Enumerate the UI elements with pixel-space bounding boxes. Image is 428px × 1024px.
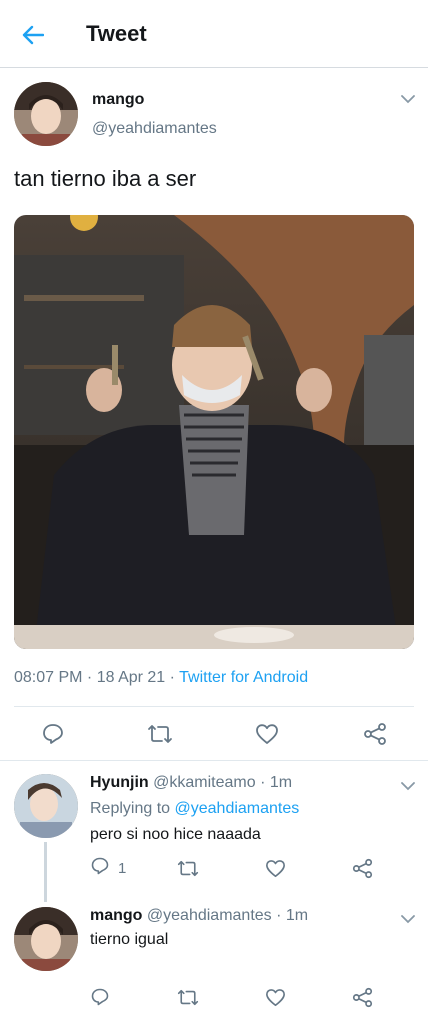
divider bbox=[0, 760, 428, 761]
author-name[interactable]: Hyunjin bbox=[90, 774, 149, 791]
reply-action-bar: 1 bbox=[90, 857, 390, 881]
reply-text: tierno igual bbox=[90, 931, 169, 948]
tweet-source-link[interactable]: Twitter for Android bbox=[179, 669, 308, 686]
reply-button[interactable]: 1 bbox=[90, 857, 126, 879]
reply-icon[interactable] bbox=[90, 856, 110, 881]
avatar[interactable] bbox=[14, 774, 78, 838]
tweet-meta: 08:07 PM · 18 Apr 21 · Twitter for Andro… bbox=[14, 669, 308, 687]
reply-icon[interactable] bbox=[90, 986, 110, 1008]
reply-action-bar bbox=[90, 986, 390, 1010]
avatar[interactable] bbox=[14, 82, 78, 146]
retweet-icon[interactable] bbox=[147, 721, 173, 747]
page-title: Tweet bbox=[86, 21, 147, 46]
like-icon[interactable] bbox=[254, 721, 280, 747]
like-icon[interactable] bbox=[265, 857, 286, 879]
author-handle[interactable]: @yeahdiamantes bbox=[147, 907, 272, 924]
replying-to: Replying to @yeahdiamantes bbox=[90, 800, 299, 818]
replying-prefix: Replying to bbox=[90, 800, 175, 817]
tweet-text: tan tierno iba a ser bbox=[14, 166, 197, 191]
like-icon[interactable] bbox=[265, 986, 286, 1008]
reply-icon[interactable] bbox=[40, 721, 66, 747]
reply-time: 1m bbox=[285, 907, 309, 924]
thread-line bbox=[44, 842, 47, 902]
tweet-time: 08:07 PM bbox=[14, 669, 83, 686]
chevron-down-icon[interactable] bbox=[400, 913, 416, 925]
tweet-action-bar bbox=[14, 706, 414, 760]
share-icon[interactable] bbox=[352, 986, 373, 1008]
retweet-icon[interactable] bbox=[177, 857, 199, 879]
author-handle[interactable]: @yeahdiamantes bbox=[92, 120, 217, 138]
meta-separator: · bbox=[255, 774, 270, 791]
reply-text: pero si noo hice naaada bbox=[90, 826, 261, 843]
reply-header: mango @yeahdiamantes · 1m bbox=[90, 907, 308, 925]
share-icon[interactable] bbox=[362, 721, 388, 747]
chevron-down-icon[interactable] bbox=[400, 93, 416, 105]
reply-time: 1m bbox=[269, 774, 293, 791]
avatar[interactable] bbox=[14, 907, 78, 971]
top-bar: Tweet bbox=[0, 0, 428, 68]
tweet-photo[interactable] bbox=[14, 215, 414, 649]
reply-count: 1 bbox=[118, 859, 127, 877]
back-arrow-icon[interactable] bbox=[18, 20, 48, 50]
author-handle[interactable]: @kkamiteamo bbox=[153, 774, 256, 791]
author-name[interactable]: mango bbox=[92, 91, 144, 109]
share-icon[interactable] bbox=[352, 857, 373, 879]
retweet-icon[interactable] bbox=[177, 986, 199, 1008]
reply-header: Hyunjin @kkamiteamo · 1m bbox=[90, 774, 292, 792]
meta-separator: · bbox=[271, 907, 286, 924]
meta-separator: · bbox=[165, 669, 180, 686]
author-name[interactable]: mango bbox=[90, 907, 142, 924]
tweet-date: 18 Apr 21 bbox=[96, 669, 166, 686]
replying-to-link[interactable]: @yeahdiamantes bbox=[175, 800, 300, 817]
chevron-down-icon[interactable] bbox=[400, 780, 416, 792]
meta-separator: · bbox=[82, 669, 97, 686]
